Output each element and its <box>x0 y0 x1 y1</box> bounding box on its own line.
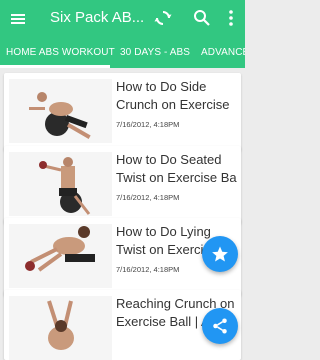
video-card[interactable]: How to Do Seated Twist on Exercise Ba 7/… <box>4 146 241 224</box>
video-title: How to Do Side Crunch on Exercise <box>116 79 230 112</box>
tab-30-days-abs[interactable]: 30 DAYS - ABS <box>120 47 190 58</box>
video-title: How to Do Seated Twist on Exercise Ba <box>116 152 237 185</box>
video-card[interactable]: How to Do Side Crunch on Exercise 7/16/2… <box>4 73 241 151</box>
menu-icon[interactable] <box>8 9 28 29</box>
video-thumbnail <box>9 152 112 216</box>
video-thumbnail <box>9 224 112 288</box>
video-date: 7/16/2012, 4:18PM <box>116 193 180 202</box>
app-title: Six Pack AB... <box>50 9 145 26</box>
more-vert-icon[interactable] <box>221 8 241 28</box>
video-date: 7/16/2012, 4:18PM <box>116 120 180 129</box>
favorite-fab[interactable] <box>202 236 238 272</box>
video-date: 7/16/2012, 4:18PM <box>116 265 180 274</box>
share-icon <box>213 318 227 334</box>
share-fab[interactable] <box>202 308 238 344</box>
video-thumbnail <box>9 296 112 360</box>
tab-indicator <box>0 65 110 68</box>
tab-advanced[interactable]: ADVANCED <box>201 47 245 58</box>
star-icon <box>212 246 228 262</box>
video-thumbnail <box>9 79 112 143</box>
tab-bar: HOME ABS WORKOUT 30 DAYS - ABS ADVANCED <box>0 37 245 68</box>
refresh-icon[interactable] <box>153 8 173 28</box>
search-icon[interactable] <box>192 8 212 28</box>
tab-home-abs-workout[interactable]: HOME ABS WORKOUT <box>6 47 115 58</box>
app-bar: Six Pack AB... <box>0 0 245 37</box>
